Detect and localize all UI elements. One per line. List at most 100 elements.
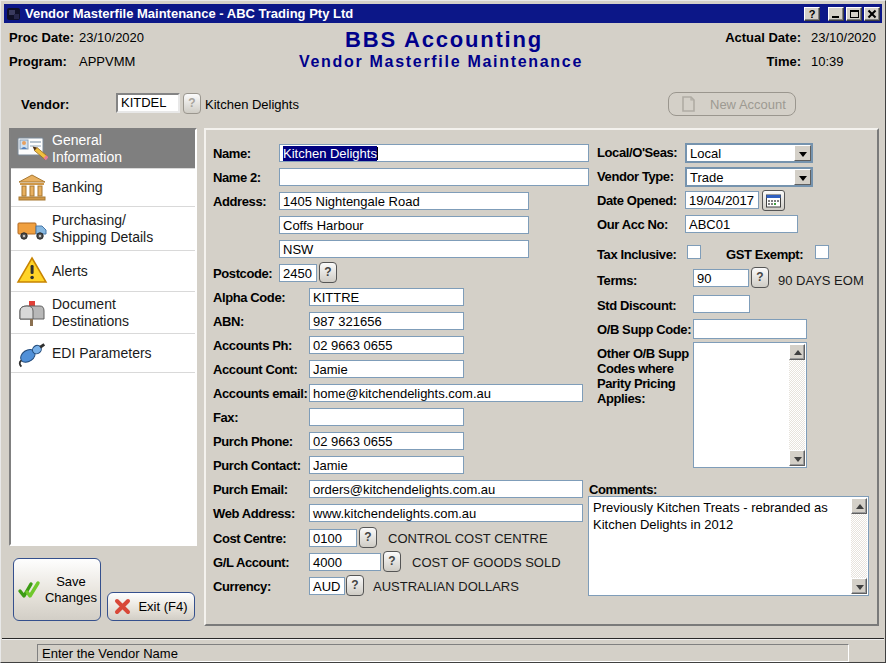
scroll-up-icon[interactable] — [789, 344, 805, 360]
postcode-lookup-button[interactable]: ? — [319, 262, 337, 283]
currency-desc: AUSTRALIAN DOLLARS — [373, 579, 519, 594]
scroll-down-icon[interactable] — [789, 450, 805, 466]
sidebar-item-banking[interactable]: Banking — [11, 169, 195, 207]
new-account-label: New Account — [710, 97, 786, 112]
terms-label: Terms: — [597, 273, 637, 288]
gst-exempt-label: GST Exempt: — [726, 247, 803, 262]
accounts-ph-label: Accounts Ph: — [213, 338, 292, 353]
time-label: Time: — [767, 54, 801, 69]
postcode-input[interactable]: 2450 — [279, 264, 317, 282]
currency-label: Currency: — [213, 579, 271, 594]
ob-supp-code-input[interactable] — [693, 319, 807, 339]
exit-label: Exit (F4) — [138, 599, 187, 615]
app-window: Vendor Masterfile Maintenance - ABC Trad… — [0, 0, 886, 663]
comments-textarea[interactable]: Previously Kitchen Treats - rebranded as… — [588, 496, 869, 596]
sidebar-item-label: General Information — [52, 132, 122, 166]
dropdown-arrow-icon[interactable] — [794, 169, 811, 185]
accounts-ph-input[interactable]: 02 9663 0655 — [309, 336, 464, 354]
vendor-code-input[interactable]: KITDEL — [116, 93, 180, 113]
address-line2-input[interactable]: Coffs Harbour — [279, 216, 529, 234]
tax-inclusive-label: Tax Inclusive: — [597, 247, 676, 262]
vendor-lookup-button[interactable]: ? — [183, 93, 201, 114]
std-discount-input[interactable] — [693, 295, 750, 313]
sidebar-item-label: Purchasing/ Shipping Details — [52, 212, 153, 246]
exit-x-icon — [114, 598, 131, 615]
sidebar-item-general-information[interactable]: General Information — [11, 130, 195, 169]
sidebar-item-purchasing-shipping[interactable]: Purchasing/ Shipping Details — [11, 207, 195, 251]
time-value: 10:39 — [811, 54, 844, 69]
local-oseas-select[interactable]: Local — [685, 143, 813, 163]
address-label: Address: — [213, 194, 266, 209]
sidebar-item-alerts[interactable]: Alerts — [11, 251, 195, 292]
purch-phone-input[interactable]: 02 9663 0655 — [309, 432, 464, 450]
gl-account-input[interactable]: 4000 — [309, 553, 381, 571]
abn-label: ABN: — [213, 314, 244, 329]
sidebar-item-label: Document Destinations — [52, 296, 129, 330]
name-input[interactable]: Kitchen Delights — [279, 144, 589, 162]
tax-inclusive-checkbox[interactable] — [687, 245, 701, 259]
vendor-type-select[interactable]: Trade — [685, 167, 813, 187]
dropdown-arrow-icon[interactable] — [794, 145, 811, 161]
general-information-form: Name: Kitchen Delights Name 2: Address: … — [204, 128, 879, 626]
scrollbar[interactable] — [851, 498, 867, 594]
name2-input[interactable] — [279, 168, 589, 186]
save-changes-button[interactable]: Save Changes — [13, 558, 101, 621]
date-picker-button[interactable] — [762, 190, 785, 211]
purch-phone-label: Purch Phone: — [213, 434, 293, 449]
gl-account-lookup-button[interactable]: ? — [383, 551, 401, 572]
name2-label: Name 2: — [213, 170, 261, 185]
minimize-button[interactable] — [828, 7, 844, 21]
sidebar-item-label: Banking — [52, 179, 103, 196]
fax-label: Fax: — [213, 410, 238, 425]
address-line1-input[interactable]: 1405 Nightengale Road — [279, 192, 529, 210]
other-ob-supp-textarea[interactable] — [693, 342, 807, 468]
actual-date-label: Actual Date: — [725, 30, 801, 45]
web-address-input[interactable]: www.kitchendelights.com.au — [309, 504, 583, 522]
help-button[interactable]: ? — [804, 7, 820, 21]
mailbox-icon — [16, 297, 48, 329]
calendar-icon — [766, 194, 781, 208]
terms-lookup-button[interactable]: ? — [751, 267, 769, 288]
accounts-email-input[interactable]: home@kitchendelights.com.au — [309, 384, 583, 402]
address-line3-input[interactable]: NSW — [279, 240, 529, 258]
close-button[interactable] — [864, 7, 880, 21]
local-oseas-label: Local/O'Seas: — [597, 145, 677, 160]
vendor-type-label: Vendor Type: — [597, 169, 674, 184]
account-cont-input[interactable]: Jamie — [309, 360, 464, 378]
sidebar: General Information Banking — [9, 128, 197, 546]
cost-centre-lookup-button[interactable]: ? — [359, 527, 377, 548]
scroll-up-icon[interactable] — [851, 498, 867, 514]
scrollbar[interactable] — [789, 344, 805, 466]
alpha-code-input[interactable]: KITTRE — [309, 288, 464, 306]
date-opened-input[interactable]: 19/04/2017 — [685, 191, 759, 209]
fax-input[interactable] — [309, 408, 464, 426]
id-card-edit-icon — [16, 133, 48, 165]
cost-centre-input[interactable]: 0100 — [309, 529, 357, 547]
other-ob-supp-label: Other O/B Supp Codes where Parity Pricin… — [597, 346, 689, 406]
our-acc-no-input[interactable]: ABC01 — [685, 215, 798, 233]
purch-contact-label: Purch Contact: — [213, 458, 301, 473]
our-acc-no-label: Our Acc No: — [597, 217, 668, 232]
accounts-email-label: Accounts email: — [213, 386, 307, 401]
abn-input[interactable]: 987 321656 — [309, 312, 464, 330]
app-icon — [6, 6, 22, 22]
exit-button[interactable]: Exit (F4) — [107, 592, 195, 621]
vendor-name-text: Kitchen Delights — [205, 97, 299, 112]
purch-email-input[interactable]: orders@kitchendelights.com.au — [309, 480, 583, 498]
gst-exempt-checkbox[interactable] — [815, 245, 829, 259]
std-discount-label: Std Discount: — [597, 298, 676, 313]
status-bar: Enter the Vendor Name — [37, 644, 849, 662]
sidebar-item-document-destinations[interactable]: Document Destinations — [11, 292, 195, 334]
account-cont-label: Account Cont: — [213, 362, 297, 377]
scroll-down-icon[interactable] — [851, 578, 867, 594]
currency-input[interactable]: AUD — [309, 577, 345, 595]
title-bar: Vendor Masterfile Maintenance - ABC Trad… — [4, 4, 882, 23]
sidebar-item-edi-parameters[interactable]: EDI Parameters — [11, 334, 195, 373]
actual-date-value: 23/10/2020 — [811, 30, 876, 45]
terms-input[interactable]: 90 — [693, 269, 749, 287]
maximize-button[interactable] — [846, 7, 862, 21]
purch-contact-input[interactable]: Jamie — [309, 456, 464, 474]
new-account-button[interactable]: New Account — [668, 92, 796, 116]
currency-lookup-button[interactable]: ? — [346, 575, 364, 596]
screen-title: Vendor Masterfile Maintenance — [1, 53, 881, 71]
